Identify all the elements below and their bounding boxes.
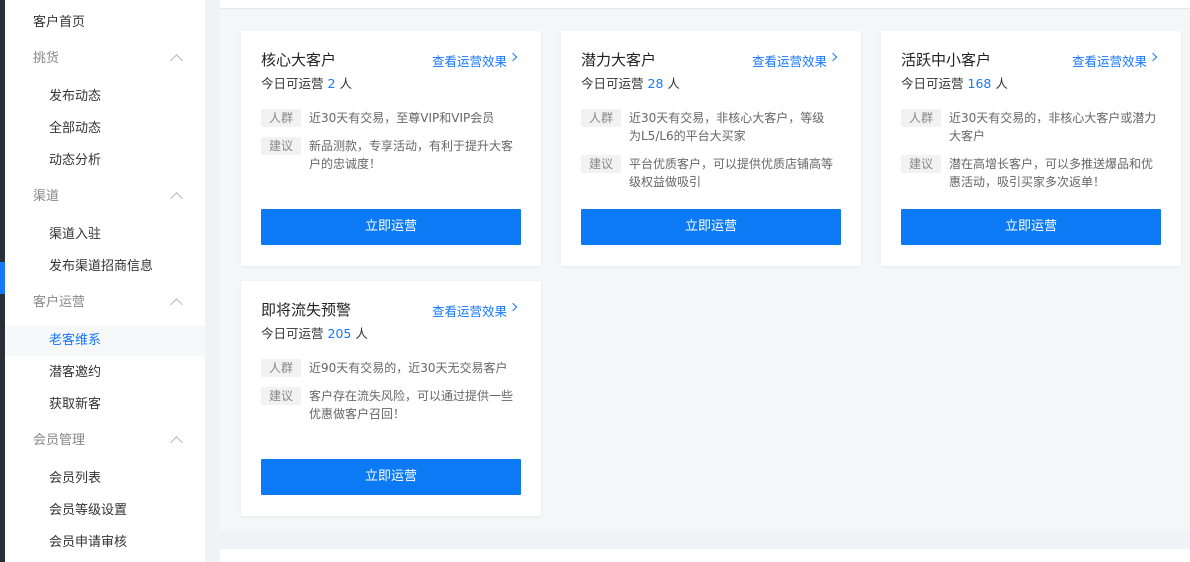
top-panel-edge: [220, 0, 1190, 9]
today-count: 今日可运营 2 人: [261, 73, 352, 92]
operate-now-button[interactable]: 立即运营: [261, 209, 521, 245]
sidebar-item-post-analysis[interactable]: 动态分析: [5, 146, 205, 176]
today-count: 今日可运营 205 人: [261, 323, 368, 342]
count-unit: 人: [995, 76, 1008, 91]
advice-tag: 建议: [901, 155, 941, 173]
sidebar-item-label: 获取新客: [49, 397, 102, 412]
sidebar-item-label: 会员列表: [49, 471, 102, 486]
bottom-panel-edge: [220, 549, 1190, 562]
crowd-tag: 人群: [261, 359, 301, 377]
sidebar-group-label: 客户运营: [33, 295, 86, 310]
view-effect-link[interactable]: 查看运营效果: [752, 51, 827, 70]
sidebar-item-member-review[interactable]: 会员申请审核: [5, 528, 205, 558]
sidebar-group-channel[interactable]: 渠道: [5, 182, 205, 212]
card-title: 活跃中小客户: [901, 51, 992, 69]
operate-now-button[interactable]: 立即运营: [581, 209, 841, 245]
crowd-text: 近30天有交易，非核心大客户，等级为L5/L6的平台大买家: [629, 111, 825, 143]
sidebar-item-member-levels[interactable]: 会员等级设置: [5, 496, 205, 526]
advice-text: 潜在高增长客户，可以多推送爆品和优惠活动，吸引买家多次返单！: [949, 157, 1154, 189]
segment-card-potential: 潜力大客户 查看运营效果 今日可运营 28 人 人群 近30天有交易，非核心大客户，…: [561, 31, 861, 266]
view-effect-link[interactable]: 查看运营效果: [432, 301, 507, 320]
today-count: 今日可运营 28 人: [581, 73, 680, 92]
operate-now-button[interactable]: 立即运营: [901, 209, 1161, 245]
crowd-text: 近90天有交易的，近30天无交易客户: [309, 361, 508, 375]
sidebar-item-publish-post[interactable]: 发布动态: [5, 82, 205, 112]
crowd-tag: 人群: [261, 109, 301, 127]
sidebar-item-new-customers[interactable]: 获取新客: [5, 390, 205, 420]
sidebar-item-label: 全部动态: [49, 121, 102, 136]
sidebar-item-home[interactable]: 客户首页: [33, 12, 85, 34]
segment-card-core: 核心大客户 查看运营效果 今日可运营 2 人 人群 近30天有交易，至尊VIP和VI…: [241, 31, 541, 266]
sidebar-item-label: 发布渠道招商信息: [49, 259, 154, 274]
sidebar-item-label: 潜客邀约: [49, 365, 102, 380]
advice-text: 平台优质客户，可以提供优质店铺高等级权益做吸引: [629, 157, 834, 189]
today-label: 今日可运营: [581, 76, 644, 91]
crowd-tag: 人群: [581, 109, 621, 127]
sidebar-group-label: 挑货: [33, 51, 60, 66]
count-unit: 人: [667, 76, 680, 91]
sidebar-item-old-customers[interactable]: 老客维系: [5, 326, 205, 356]
sidebar-item-label: 会员申请审核: [49, 535, 128, 550]
count-value: 28: [647, 76, 664, 91]
sidebar-item-label: 渠道入驻: [49, 227, 102, 242]
count-value: 205: [327, 326, 352, 341]
advice-tag: 建议: [261, 387, 301, 405]
view-effect-link[interactable]: 查看运营效果: [432, 51, 507, 70]
sidebar-group-pick[interactable]: 挑货: [5, 44, 205, 74]
chevron-right-icon[interactable]: [508, 52, 518, 62]
sidebar: 客户首页 挑货 发布动态 全部动态 动态分析 渠道 渠道入驻 发布渠道招商信息 …: [5, 0, 205, 562]
crowd-text: 近30天有交易的，非核心大客户或潜力大客户: [949, 111, 1157, 143]
count-value: 2: [327, 76, 336, 91]
card-title: 核心大客户: [261, 51, 337, 69]
chevron-right-icon[interactable]: [508, 302, 518, 312]
sidebar-item-channel-join[interactable]: 渠道入驻: [5, 220, 205, 250]
chevron-up-icon: [170, 436, 183, 449]
card-title: 即将流失预警: [261, 301, 352, 319]
chevron-up-icon: [170, 298, 183, 311]
operate-now-button[interactable]: 立即运营: [261, 459, 521, 495]
crowd-tag: 人群: [901, 109, 941, 127]
count-unit: 人: [355, 326, 368, 341]
advice-text: 客户存在流失风险，可以通过提供一些优惠做客户召回！: [309, 389, 514, 421]
card-title: 潜力大客户: [581, 51, 657, 69]
sidebar-item-all-posts[interactable]: 全部动态: [5, 114, 205, 144]
chevron-right-icon[interactable]: [1148, 52, 1158, 62]
sidebar-group-label: 会员管理: [33, 433, 86, 448]
crowd-text: 近30天有交易，至尊VIP和VIP会员: [309, 111, 495, 125]
today-count: 今日可运营 168 人: [901, 73, 1008, 92]
segment-card-churn-warning: 即将流失预警 查看运营效果 今日可运营 205 人 人群 近90天有交易的，近30天…: [241, 281, 541, 516]
sidebar-item-label: 会员等级设置: [49, 503, 128, 518]
sidebar-item-label: 老客维系: [49, 333, 102, 348]
advice-text: 新品测款，专享活动，有利于提升大客户的忠诚度！: [309, 139, 514, 171]
advice-tag: 建议: [581, 155, 621, 173]
sidebar-group-members[interactable]: 会员管理: [5, 426, 205, 456]
today-label: 今日可运营: [261, 326, 324, 341]
sidebar-item-channel-recruit[interactable]: 发布渠道招商信息: [5, 252, 205, 282]
sidebar-item-member-list[interactable]: 会员列表: [5, 464, 205, 494]
today-label: 今日可运营: [901, 76, 964, 91]
segment-card-active-smb: 活跃中小客户 查看运营效果 今日可运营 168 人 人群 近30天有交易的，非核心大…: [881, 31, 1181, 266]
chevron-right-icon[interactable]: [828, 52, 838, 62]
sidebar-group-customer-ops[interactable]: 客户运营: [5, 288, 205, 318]
sidebar-group-label: 渠道: [33, 189, 60, 204]
chevron-up-icon: [170, 54, 183, 67]
today-label: 今日可运营: [261, 76, 324, 91]
view-effect-link[interactable]: 查看运营效果: [1072, 51, 1147, 70]
chevron-up-icon: [170, 192, 183, 205]
count-unit: 人: [339, 76, 352, 91]
advice-tag: 建议: [261, 137, 301, 155]
sidebar-item-label: 动态分析: [49, 153, 102, 168]
sidebar-item-label: 发布动态: [49, 89, 102, 104]
count-value: 168: [967, 76, 992, 91]
sidebar-item-prospect-invite[interactable]: 潜客邀约: [5, 358, 205, 388]
